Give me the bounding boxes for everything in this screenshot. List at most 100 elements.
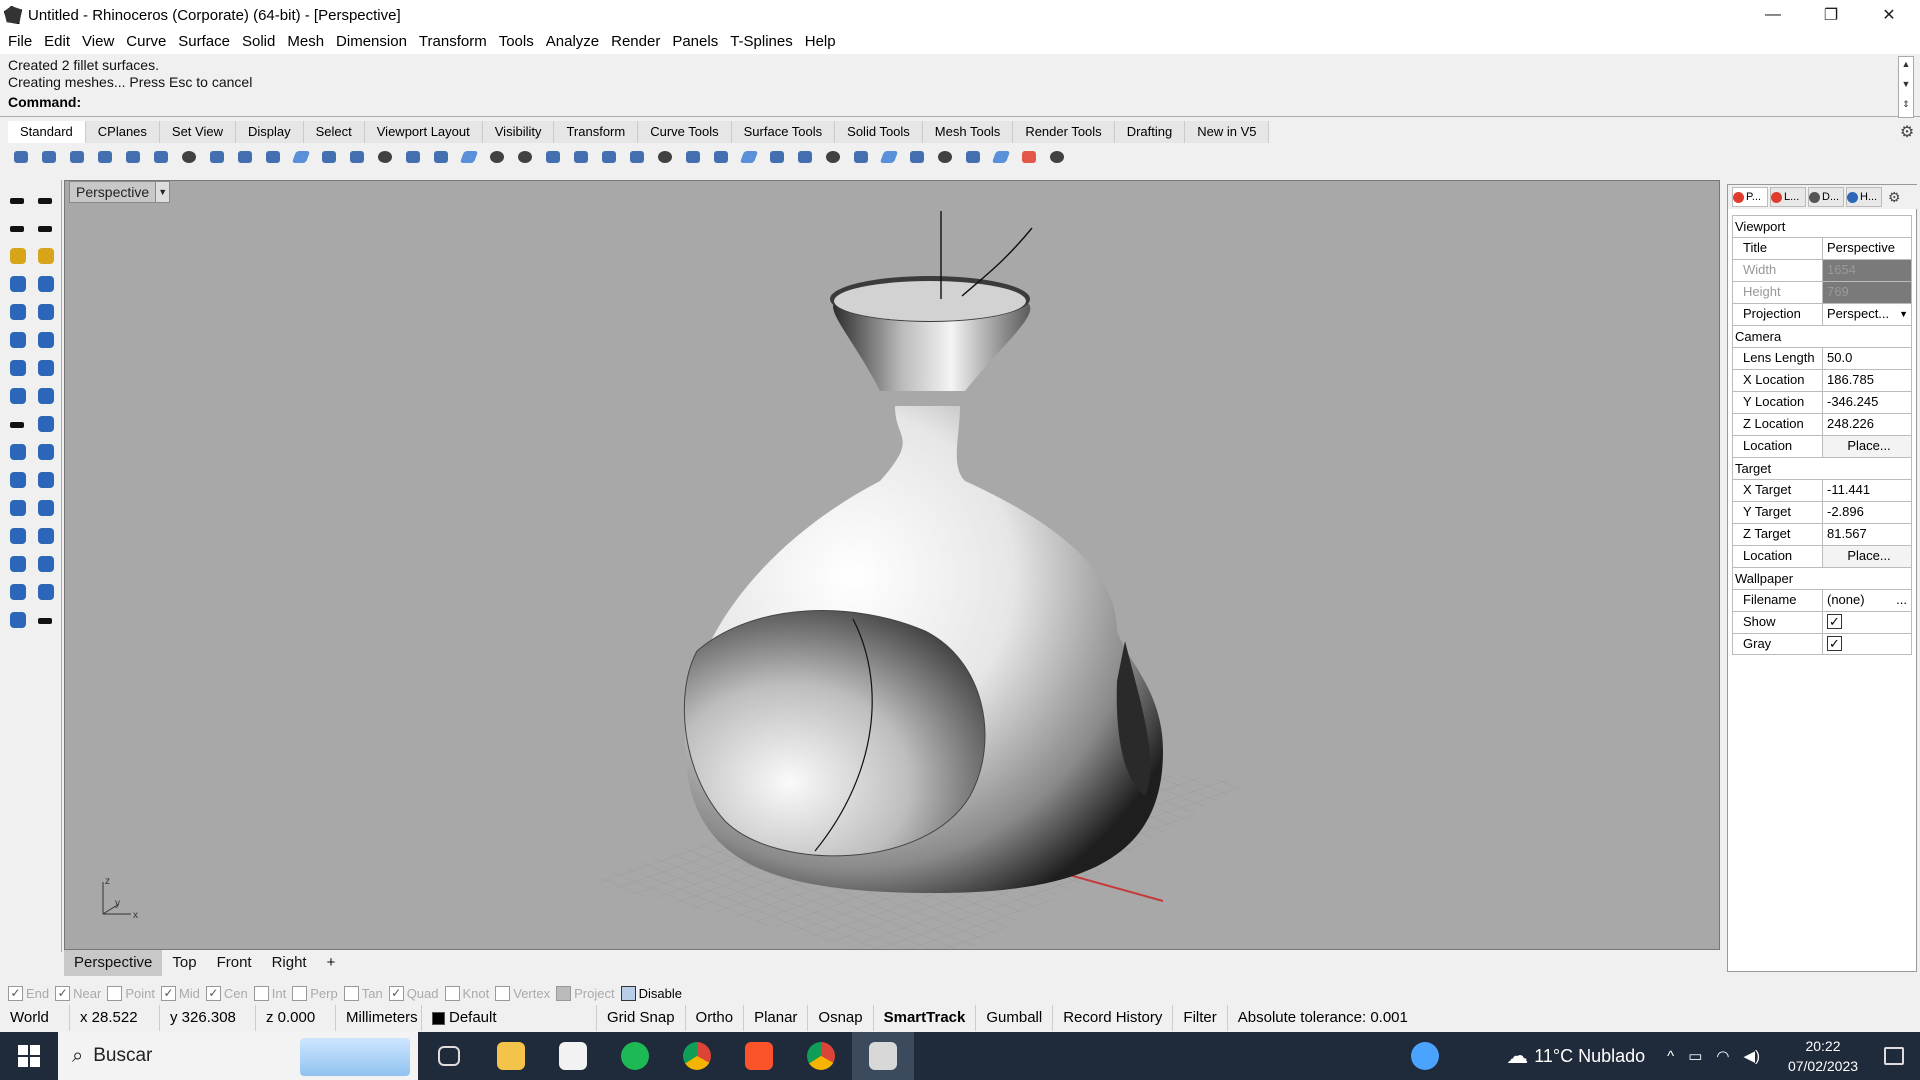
loft-icon[interactable]: [34, 356, 58, 380]
microsoft-store-icon[interactable]: [542, 1032, 604, 1080]
pan-icon[interactable]: [290, 146, 312, 168]
menu-tools[interactable]: Tools: [493, 30, 540, 54]
sweep-icon[interactable]: [34, 384, 58, 408]
tab-properties[interactable]: P...: [1732, 187, 1768, 207]
undo-view-icon[interactable]: [458, 146, 480, 168]
wireframe-icon[interactable]: [738, 146, 760, 168]
cut-icon[interactable]: [150, 146, 172, 168]
menu-edit[interactable]: Edit: [38, 30, 76, 54]
lens-length-field[interactable]: 50.0: [1823, 348, 1911, 369]
zoom-selected-icon[interactable]: [430, 146, 452, 168]
line-icon[interactable]: [6, 216, 30, 240]
taskbar-search[interactable]: ⌕ Buscar: [58, 1032, 418, 1080]
boolean-union-icon[interactable]: [6, 496, 30, 520]
freeform-icon[interactable]: [6, 328, 30, 352]
extrude-icon[interactable]: [6, 356, 30, 380]
torus-icon[interactable]: [6, 468, 30, 492]
volume-icon[interactable]: ◀): [1743, 1047, 1760, 1065]
x-location-field[interactable]: 186.785: [1823, 370, 1911, 391]
osnap-quad[interactable]: ✓ Quad: [388, 985, 439, 1001]
gear-icon[interactable]: ⚙: [1898, 122, 1916, 141]
tab-render-tools[interactable]: Render Tools: [1013, 121, 1115, 143]
rhino-taskbar-icon[interactable]: [852, 1032, 914, 1080]
osnap-knot[interactable]: Knot: [444, 985, 489, 1001]
tab-top[interactable]: Top: [162, 950, 206, 976]
menu-surface[interactable]: Surface: [172, 30, 236, 54]
tab-transform[interactable]: Transform: [554, 121, 639, 143]
task-view-icon[interactable]: [418, 1032, 480, 1080]
rendered-icon[interactable]: [794, 146, 816, 168]
pipe-icon[interactable]: [34, 468, 58, 492]
sphere-icon[interactable]: [34, 412, 58, 436]
select-all-icon[interactable]: [486, 146, 508, 168]
print-icon[interactable]: [94, 146, 116, 168]
arc-icon[interactable]: [6, 272, 30, 296]
gumball-icon[interactable]: [990, 146, 1012, 168]
tab-front[interactable]: Front: [207, 950, 262, 976]
text-icon[interactable]: [934, 146, 956, 168]
circle-icon[interactable]: [34, 244, 58, 268]
osnap-int[interactable]: Int: [253, 985, 286, 1001]
help-icon[interactable]: [1046, 146, 1068, 168]
tab-viewport-layout[interactable]: Viewport Layout: [364, 121, 483, 143]
show-icon[interactable]: [570, 146, 592, 168]
z-target-field[interactable]: 81.567: [1823, 524, 1911, 545]
new-file-icon[interactable]: [10, 146, 32, 168]
filename-field[interactable]: (none)...: [1823, 590, 1911, 611]
chamfer-icon[interactable]: [34, 524, 58, 548]
paste-icon[interactable]: [206, 146, 228, 168]
zoom-window-icon[interactable]: [374, 146, 396, 168]
close-button[interactable]: ✕: [1860, 0, 1918, 30]
command-scrollbar[interactable]: ▲ ▼ ⇕: [1898, 56, 1914, 118]
box-icon[interactable]: [6, 412, 30, 436]
tab-display[interactable]: Display: [235, 121, 304, 143]
scene-canvas[interactable]: [65, 181, 1719, 949]
add-viewport-tab-icon[interactable]: +: [317, 950, 346, 976]
cplane-status[interactable]: World: [0, 1005, 70, 1031]
osnap-cen[interactable]: ✓ Cen: [205, 985, 248, 1001]
render-icon[interactable]: [878, 146, 900, 168]
menu-transform[interactable]: Transform: [413, 30, 493, 54]
mesh-icon[interactable]: [6, 608, 30, 632]
wifi-icon[interactable]: ◠: [1716, 1047, 1729, 1065]
layer-icon[interactable]: [626, 146, 648, 168]
osnap-vertex[interactable]: Vertex: [495, 985, 550, 1001]
select-icon[interactable]: [6, 188, 30, 212]
command-input[interactable]: [85, 93, 1886, 111]
analysis-icon[interactable]: [1018, 146, 1040, 168]
x-target-field[interactable]: -11.441: [1823, 480, 1911, 501]
layer-status[interactable]: Default: [422, 1005, 597, 1031]
osnap-tan[interactable]: Tan: [343, 985, 383, 1001]
z-location-field[interactable]: 248.226: [1823, 414, 1911, 435]
viewport-menu-chevron-icon[interactable]: ▼: [155, 182, 170, 202]
split-icon[interactable]: [34, 552, 58, 576]
undo-icon[interactable]: [234, 146, 256, 168]
show-checkbox[interactable]: ✓: [1827, 614, 1842, 629]
join-icon[interactable]: [6, 580, 30, 604]
grid-icon[interactable]: [710, 146, 732, 168]
chevron-down-icon[interactable]: ▼: [1899, 304, 1911, 324]
filter-toggle[interactable]: Filter: [1173, 1005, 1228, 1031]
save-icon[interactable]: [66, 146, 88, 168]
restore-button[interactable]: ❐: [1802, 0, 1860, 30]
tab-perspective[interactable]: Perspective: [64, 950, 163, 976]
osnap-icon[interactable]: [682, 146, 704, 168]
boolean-diff-icon[interactable]: [34, 496, 58, 520]
menu-mesh[interactable]: Mesh: [281, 30, 330, 54]
clock[interactable]: 20:22 07/02/2023: [1778, 1036, 1868, 1076]
grid-snap-toggle[interactable]: Grid Snap: [597, 1005, 686, 1031]
windows-start-icon[interactable]: [0, 1032, 58, 1080]
rotate-view-icon[interactable]: [318, 146, 340, 168]
cplane-icon[interactable]: [514, 146, 536, 168]
copy-icon[interactable]: [178, 146, 200, 168]
properties-icon[interactable]: [654, 146, 676, 168]
ortho-toggle[interactable]: Ortho: [686, 1005, 745, 1031]
menu-dimension[interactable]: Dimension: [330, 30, 413, 54]
tab-surface-tools[interactable]: Surface Tools: [731, 121, 836, 143]
viewport-title[interactable]: Perspective ▼: [69, 181, 171, 203]
cone-icon[interactable]: [34, 440, 58, 464]
scroll-down-icon[interactable]: ▼: [1899, 77, 1913, 97]
rectangle-icon[interactable]: [6, 300, 30, 324]
lock-icon[interactable]: [598, 146, 620, 168]
revolve-icon[interactable]: [6, 384, 30, 408]
